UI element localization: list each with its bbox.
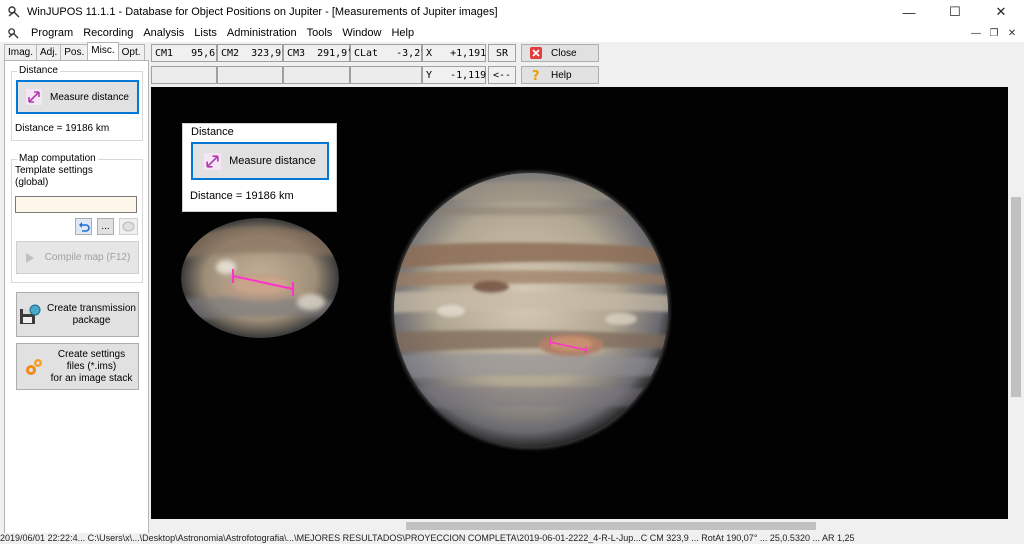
- winjupos-app-icon: [8, 6, 20, 18]
- template-label: Template settings: [15, 165, 93, 176]
- help-button-label: Help: [551, 69, 572, 81]
- tab-adj[interactable]: Adj.: [36, 44, 62, 60]
- minimize-button[interactable]: —: [886, 0, 932, 24]
- maximize-button[interactable]: ☐: [932, 0, 978, 24]
- tab-opt[interactable]: Opt.: [117, 44, 145, 60]
- compile-map-button[interactable]: Compile map (F12): [16, 241, 139, 274]
- menu-administration[interactable]: Administration: [222, 27, 302, 39]
- transmission-line-1: Create transmission: [47, 302, 136, 314]
- undo-button[interactable]: [75, 218, 92, 235]
- sr-button[interactable]: SR: [488, 44, 516, 62]
- create-settings-button[interactable]: Create settings files (*.ims) for an ima…: [16, 343, 139, 390]
- transmission-line-2: package: [72, 314, 111, 326]
- y-readout: Y -1,119: [422, 66, 486, 84]
- distance-result: Distance = 19186 km: [15, 123, 110, 134]
- close-button-label: Close: [551, 47, 577, 59]
- cm3-readout: CM3 291,9°: [283, 44, 353, 62]
- horizontal-scroll-thumb[interactable]: [406, 522, 816, 530]
- mdi-minimize-icon[interactable]: —: [968, 26, 984, 40]
- overlay-measure-label: Measure distance: [229, 155, 316, 167]
- map-options-button[interactable]: [119, 218, 138, 235]
- tab-imag[interactable]: Imag.: [4, 44, 38, 60]
- cm2-readout: CM2 323,9°: [217, 44, 287, 62]
- overlay-distance-result: Distance = 19186 km: [190, 190, 294, 202]
- help-button[interactable]: ? Help: [521, 66, 599, 84]
- measure-distance-button[interactable]: Measure distance: [16, 80, 139, 114]
- menu-lists[interactable]: Lists: [189, 27, 222, 39]
- overlay-group-label: Distance: [191, 126, 234, 138]
- panel-tabs: Imag. Adj. Pos. Misc. Opt.: [4, 42, 145, 60]
- overlay-measure-icon: [204, 152, 222, 170]
- close-button[interactable]: Close: [521, 44, 599, 62]
- overlay-measure-button[interactable]: Measure distance: [191, 142, 329, 180]
- distance-group-label: Distance: [17, 65, 60, 76]
- tab-misc[interactable]: Misc.: [87, 42, 119, 60]
- zoom-view: [181, 218, 339, 338]
- window-title: WinJUPOS 11.1.1 - Database for Object Po…: [27, 6, 498, 18]
- settings-line-2: files (*.ims): [66, 360, 117, 372]
- distance-overlay: Distance Measure distance Distance = 191…: [182, 123, 337, 212]
- ellipse-icon: [122, 221, 135, 232]
- cm2-empty: [217, 66, 283, 84]
- menu-program[interactable]: Program: [26, 27, 78, 39]
- clat-readout: CLat -3,2°: [350, 44, 426, 62]
- template-input[interactable]: [15, 196, 137, 213]
- browse-button[interactable]: ...: [97, 218, 114, 235]
- mdi-controls: — ❐ ✕: [968, 26, 1020, 40]
- undo-icon: [78, 221, 90, 232]
- x-readout: X +1,191: [422, 44, 486, 62]
- back-button[interactable]: <--: [488, 66, 516, 84]
- measure-distance-label: Measure distance: [50, 91, 129, 103]
- cm1-readout: CM1 95,6°: [151, 44, 221, 62]
- settings-line-3: for an image stack: [50, 372, 133, 384]
- horizontal-scrollbar[interactable]: [151, 519, 1008, 533]
- template-sub-label: (global): [15, 177, 49, 188]
- question-icon: ?: [532, 69, 540, 82]
- menu-recording[interactable]: Recording: [78, 27, 138, 39]
- map-group-label: Map computation: [17, 153, 98, 164]
- mdi-restore-icon[interactable]: ❐: [986, 26, 1002, 40]
- measure-arrow-icon: [26, 89, 43, 105]
- menu-window[interactable]: Window: [337, 27, 386, 39]
- clat-empty: [350, 66, 422, 84]
- mdi-close-icon[interactable]: ✕: [1004, 26, 1020, 40]
- status-bar: 2019/06/01 22:22:4... C:\Users\x\...\Des…: [0, 533, 1024, 544]
- svg-text:?: ?: [532, 69, 540, 82]
- vertical-scrollbar[interactable]: [1008, 87, 1024, 519]
- document-icon[interactable]: [7, 27, 20, 40]
- menu-tools[interactable]: Tools: [302, 27, 338, 39]
- settings-line-1: Create settings: [57, 348, 126, 360]
- cm3-empty: [283, 66, 350, 84]
- tab-pos[interactable]: Pos.: [60, 44, 89, 60]
- compile-map-label: Compile map (F12): [44, 252, 131, 263]
- floppy-globe-icon: [20, 304, 41, 324]
- vertical-scroll-thumb[interactable]: [1011, 197, 1021, 397]
- cm1-empty: [151, 66, 217, 84]
- close-window-button[interactable]: ✕: [978, 0, 1024, 24]
- menu-help[interactable]: Help: [386, 27, 419, 39]
- menu-bar: Program Recording Analysis Lists Adminis…: [0, 24, 1024, 42]
- misc-panel: Distance Measure distance Distance = 191…: [4, 60, 149, 544]
- red-x-icon: [530, 47, 542, 59]
- title-bar: WinJUPOS 11.1.1 - Database for Object Po…: [0, 0, 1024, 24]
- play-icon: [25, 252, 34, 263]
- create-transmission-button[interactable]: Create transmission package: [16, 292, 139, 337]
- menu-analysis[interactable]: Analysis: [138, 27, 189, 39]
- gears-icon: [25, 358, 42, 375]
